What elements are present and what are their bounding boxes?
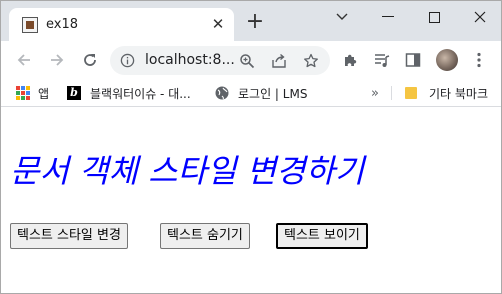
- title-bar: ex18 ✕ +: [1, 1, 501, 41]
- bookmark-apps[interactable]: 앱: [16, 84, 49, 102]
- tab-close-icon[interactable]: ✕: [209, 15, 227, 33]
- info-icon[interactable]: [120, 53, 135, 68]
- bookmark-blog-label: 블랙워터이슈 - 대...: [90, 86, 191, 101]
- address-bar[interactable]: localhost:8...: [110, 46, 330, 75]
- show-text-button[interactable]: 텍스트 보이기: [276, 223, 368, 249]
- tab-search-chevron-icon[interactable]: [319, 1, 365, 33]
- browser-tab[interactable]: ex18 ✕: [9, 8, 234, 41]
- page-heading: 문서 객체 스타일 변경하기: [10, 152, 365, 190]
- close-window-button[interactable]: [457, 1, 501, 33]
- hide-text-button[interactable]: 텍스트 숨기기: [160, 223, 250, 249]
- bookmark-other-label: 기타 북마크: [429, 86, 489, 101]
- change-style-button[interactable]: 텍스트 스타일 변경: [10, 223, 128, 249]
- kebab-menu-icon[interactable]: [469, 50, 489, 70]
- bookmark-other-folder[interactable]: 기타 북마크: [405, 84, 488, 102]
- bookmarks-bar: 앱 b 블랙워터이슈 - 대... 로그인 | LMS » 기타 북마크: [1, 79, 501, 107]
- side-panel-icon[interactable]: [403, 50, 423, 70]
- new-tab-button[interactable]: +: [244, 11, 266, 34]
- page-content: 문서 객체 스타일 변경하기 텍스트 스타일 변경 텍스트 숨기기 텍스트 보이…: [1, 108, 501, 293]
- browser-toolbar: localhost:8...: [1, 41, 501, 79]
- tab-title: ex18: [46, 17, 79, 32]
- bookmark-apps-label: 앱: [38, 86, 50, 101]
- back-arrow-icon[interactable]: [11, 47, 37, 73]
- maximize-button[interactable]: [411, 1, 457, 33]
- puzzle-icon[interactable]: [341, 50, 361, 70]
- zoom-icon[interactable]: [238, 52, 256, 70]
- blog-logo-icon: b: [67, 86, 81, 100]
- star-icon[interactable]: [302, 52, 320, 70]
- media-queue-icon[interactable]: [372, 50, 392, 70]
- reload-icon[interactable]: [77, 47, 103, 73]
- bookmark-lms[interactable]: 로그인 | LMS: [215, 84, 307, 102]
- favicon-icon: [22, 17, 38, 33]
- folder-icon: [405, 87, 417, 99]
- bookmarks-divider: [391, 86, 392, 100]
- profile-avatar[interactable]: [436, 49, 458, 71]
- apps-grid-icon: [16, 86, 30, 100]
- bookmark-lms-label: 로그인 | LMS: [238, 86, 308, 101]
- browser-window: ex18 ✕ + localhost:8... 앱 b 블랙워터이슈 - 대..…: [0, 0, 502, 294]
- forward-arrow-icon[interactable]: [44, 47, 70, 73]
- globe-icon: [215, 86, 229, 100]
- share-icon[interactable]: [270, 52, 288, 70]
- bookmarks-overflow-chevron-icon[interactable]: »: [371, 84, 379, 102]
- url-text: localhost:8...: [145, 52, 235, 68]
- bookmark-blog[interactable]: b 블랙워터이슈 - 대...: [67, 84, 191, 102]
- minimize-button[interactable]: [365, 1, 411, 33]
